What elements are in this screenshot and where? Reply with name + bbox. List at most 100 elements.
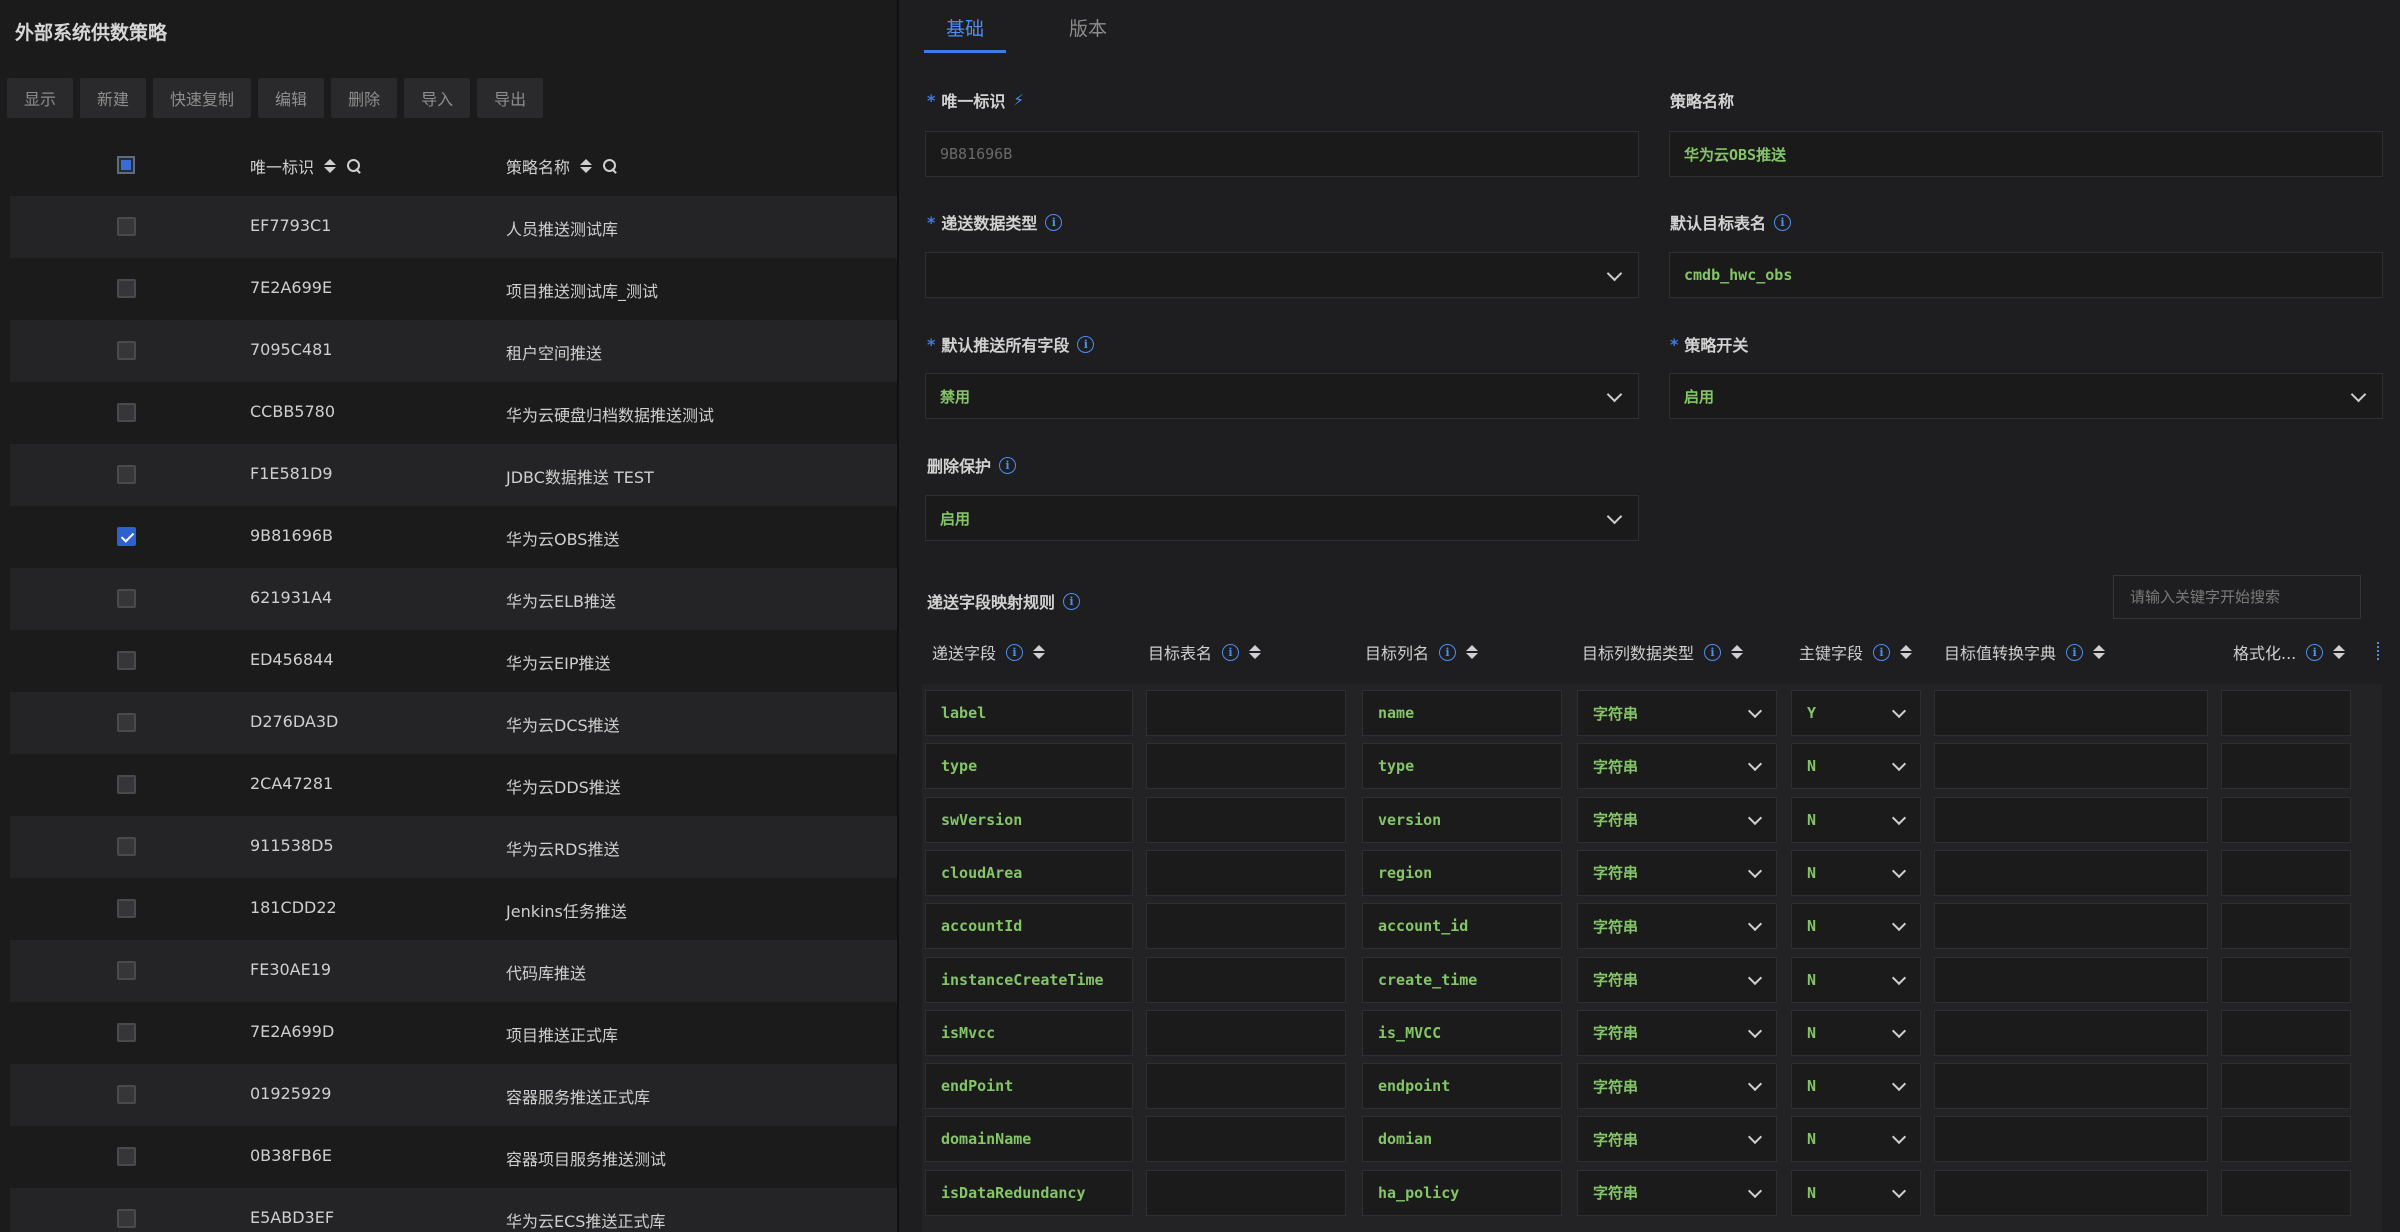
- mapping-dict-input[interactable]: [1934, 1169, 2208, 1216]
- info-icon[interactable]: i: [999, 456, 1017, 474]
- mapping-field-input[interactable]: isMvcc: [925, 1009, 1133, 1056]
- table-row[interactable]: D276DA3D 华为云DCS推送: [10, 692, 897, 754]
- table-row[interactable]: 9B81696B 华为云OBS推送: [10, 506, 897, 568]
- mapping-pk-select[interactable]: N: [1791, 796, 1921, 843]
- delete-button[interactable]: 删除: [331, 78, 398, 118]
- sort-icon[interactable]: [1249, 645, 1262, 659]
- row-checkbox[interactable]: [117, 899, 136, 918]
- policy-name-field[interactable]: 华为云OBS推送: [1669, 131, 2383, 177]
- mapping-header-type[interactable]: 目标列数据类型 i: [1582, 640, 1744, 664]
- table-row[interactable]: FE30AE19 代码库推送: [10, 940, 897, 1002]
- info-icon[interactable]: i: [1439, 643, 1457, 661]
- tab-basic[interactable]: 基础: [946, 14, 984, 41]
- mapping-table-input[interactable]: [1146, 956, 1346, 1003]
- table-row[interactable]: 2CA47281 华为云DDS推送: [10, 754, 897, 816]
- sort-icon[interactable]: [1466, 645, 1479, 659]
- mapping-column-input[interactable]: endpoint: [1362, 1063, 1562, 1110]
- mapping-table-input[interactable]: [1146, 903, 1346, 950]
- table-row[interactable]: 911538D5 华为云RDS推送: [10, 816, 897, 878]
- row-checkbox[interactable]: [117, 1209, 136, 1228]
- mapping-field-input[interactable]: instanceCreateTime: [925, 956, 1133, 1003]
- row-checkbox[interactable]: [117, 589, 136, 608]
- new-button[interactable]: 新建: [80, 78, 147, 118]
- policy-switch-select[interactable]: 启用: [1669, 373, 2383, 419]
- mapping-dict-input[interactable]: [1934, 903, 2208, 950]
- column-header-id[interactable]: 唯一标识: [250, 154, 362, 178]
- mapping-dict-input[interactable]: [1934, 849, 2208, 896]
- mapping-type-select[interactable]: 字符串: [1577, 690, 1777, 736]
- import-button[interactable]: 导入: [404, 78, 471, 118]
- mapping-field-input[interactable]: type: [925, 743, 1133, 790]
- mapping-table-input[interactable]: [1146, 1063, 1346, 1110]
- mapping-type-select[interactable]: 字符串: [1577, 1009, 1777, 1056]
- column-header-name[interactable]: 策略名称: [506, 154, 618, 178]
- mapping-header-dict[interactable]: 目标值转换字典 i: [1944, 640, 2106, 664]
- show-button[interactable]: 显示: [7, 78, 74, 118]
- mapping-dict-input[interactable]: [1934, 690, 2208, 736]
- mapping-type-select[interactable]: 字符串: [1577, 849, 1777, 896]
- mapping-table-input[interactable]: [1146, 1009, 1346, 1056]
- table-row[interactable]: 7095C481 租户空间推送: [10, 320, 897, 382]
- mapping-table-input[interactable]: [1146, 849, 1346, 896]
- mapping-field-input[interactable]: label: [925, 690, 1133, 736]
- export-button[interactable]: 导出: [477, 78, 544, 118]
- delete-protect-select[interactable]: 启用: [925, 495, 1639, 541]
- mapping-table-input[interactable]: [1146, 796, 1346, 843]
- mapping-format-input[interactable]: [2221, 956, 2351, 1003]
- mapping-type-select[interactable]: 字符串: [1577, 903, 1777, 950]
- mapping-dict-input[interactable]: [1934, 956, 2208, 1003]
- mapping-pk-select[interactable]: N: [1791, 849, 1921, 896]
- bolt-icon[interactable]: ⚡: [1013, 91, 1024, 109]
- row-checkbox[interactable]: [117, 775, 136, 794]
- mapping-table-input[interactable]: [1146, 1116, 1346, 1163]
- mapping-pk-select[interactable]: N: [1791, 1169, 1921, 1216]
- mapping-dict-input[interactable]: [1934, 1009, 2208, 1056]
- mapping-format-input[interactable]: [2221, 1169, 2351, 1216]
- mapping-pk-select[interactable]: N: [1791, 903, 1921, 950]
- mapping-dict-input[interactable]: [1934, 743, 2208, 790]
- default-table-field[interactable]: cmdb_hwc_obs: [1669, 252, 2383, 298]
- sort-icon[interactable]: [1900, 645, 1913, 659]
- mapping-field-input[interactable]: cloudArea: [925, 849, 1133, 896]
- mapping-column-input[interactable]: name: [1362, 690, 1562, 736]
- table-row[interactable]: 7E2A699E 项目推送测试库_测试: [10, 258, 897, 320]
- mapping-pk-select[interactable]: N: [1791, 743, 1921, 790]
- mapping-header-field[interactable]: 递送字段 i: [932, 640, 1046, 664]
- mapping-search-input[interactable]: [2113, 575, 2361, 619]
- row-checkbox[interactable]: [117, 713, 136, 732]
- mapping-column-input[interactable]: version: [1362, 796, 1562, 843]
- table-row[interactable]: ED456844 华为云EIP推送: [10, 630, 897, 692]
- row-checkbox[interactable]: [117, 403, 136, 422]
- row-checkbox[interactable]: [117, 341, 136, 360]
- table-row[interactable]: 181CDD22 Jenkins任务推送: [10, 878, 897, 940]
- mapping-column-input[interactable]: account_id: [1362, 903, 1562, 950]
- mapping-format-input[interactable]: [2221, 1009, 2351, 1056]
- table-row[interactable]: 7E2A699D 项目推送正式库: [10, 1002, 897, 1064]
- mapping-column-input[interactable]: region: [1362, 849, 1562, 896]
- mapping-type-select[interactable]: 字符串: [1577, 1116, 1777, 1163]
- mapping-column-input[interactable]: ha_policy: [1362, 1169, 1562, 1216]
- info-icon[interactable]: i: [1006, 643, 1024, 661]
- row-checkbox[interactable]: [117, 1085, 136, 1104]
- mapping-type-select[interactable]: 字符串: [1577, 743, 1777, 790]
- mapping-type-select[interactable]: 字符串: [1577, 796, 1777, 843]
- mapping-type-select[interactable]: 字符串: [1577, 956, 1777, 1003]
- mapping-format-input[interactable]: [2221, 903, 2351, 950]
- push-all-select[interactable]: 禁用: [925, 373, 1639, 419]
- row-checkbox[interactable]: [117, 217, 136, 236]
- table-row[interactable]: 621931A4 华为云ELB推送: [10, 568, 897, 630]
- mapping-table-input[interactable]: [1146, 1169, 1346, 1216]
- mapping-format-input[interactable]: [2221, 743, 2351, 790]
- mapping-field-input[interactable]: domainName: [925, 1116, 1133, 1163]
- sort-icon[interactable]: [1033, 645, 1046, 659]
- mapping-format-input[interactable]: [2221, 1116, 2351, 1163]
- mapping-pk-select[interactable]: N: [1791, 1063, 1921, 1110]
- info-icon[interactable]: i: [1045, 213, 1063, 231]
- table-row[interactable]: CCBB5780 华为云硬盘归档数据推送测试: [10, 382, 897, 444]
- info-icon[interactable]: i: [1063, 592, 1081, 610]
- info-icon[interactable]: i: [1774, 213, 1792, 231]
- info-icon[interactable]: i: [1873, 643, 1891, 661]
- table-row[interactable]: 0B38FB6E 容器项目服务推送测试: [10, 1126, 897, 1188]
- mapping-format-input[interactable]: [2221, 1063, 2351, 1110]
- row-checkbox[interactable]: [117, 1147, 136, 1166]
